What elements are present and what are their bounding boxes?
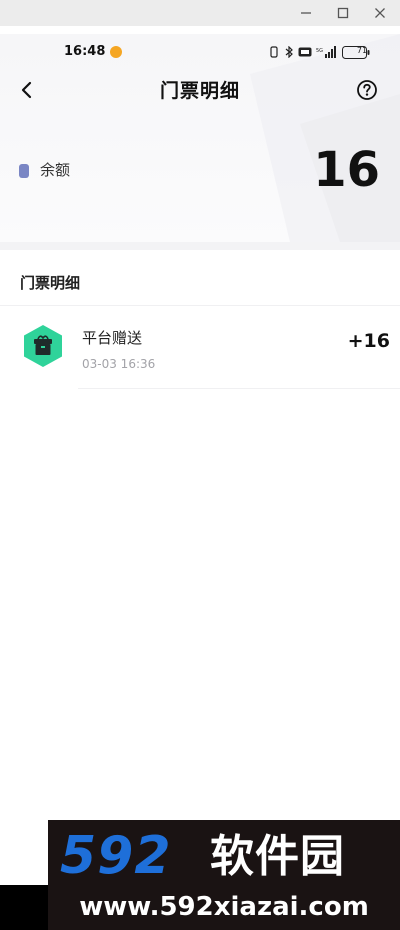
- close-icon[interactable]: [364, 1, 396, 25]
- section-separator: [0, 305, 400, 306]
- phone-screen: 16:48 5G 71 门票明细 余额 16 门票明细 平台赠送 03-03 1…: [0, 34, 400, 885]
- watermark-number: 592: [60, 826, 172, 886]
- maximize-icon[interactable]: [327, 1, 359, 25]
- section-divider: [0, 242, 400, 250]
- minimize-icon[interactable]: [290, 1, 322, 25]
- signal-icon: 5G: [316, 46, 338, 58]
- balance-value: 16: [313, 142, 380, 198]
- row-separator: [78, 388, 400, 389]
- page-title: 门票明细: [159, 80, 240, 102]
- status-bar: 16:48 5G 71: [0, 42, 400, 62]
- navigation-bar: 门票明细: [0, 72, 400, 106]
- svg-text:5G: 5G: [316, 48, 323, 54]
- hd-icon: [298, 47, 312, 57]
- section-title: 门票明细: [20, 274, 81, 292]
- record-amount: +16: [347, 330, 390, 352]
- record-title: 平台赠送: [82, 329, 143, 347]
- watermark-url: www.592xiazai.com: [79, 892, 369, 922]
- record-time: 03-03 16:36: [82, 357, 156, 371]
- balance-header-background: [0, 34, 400, 242]
- vibrate-icon: [268, 46, 280, 58]
- watermark: 592 软件园 www.592xiazai.com: [48, 820, 400, 930]
- balance-label: 余额: [40, 161, 71, 179]
- help-icon[interactable]: [354, 77, 380, 103]
- notification-app-icon: [110, 46, 122, 58]
- watermark-name: 软件园: [210, 831, 345, 882]
- bluetooth-icon: [284, 46, 294, 58]
- gift-box-icon: [22, 324, 64, 368]
- watermark-logo: 592 软件园: [48, 826, 400, 886]
- battery-level: 71: [356, 46, 368, 55]
- list-item[interactable]: 平台赠送 03-03 16:36 +16: [0, 310, 400, 388]
- status-time: 16:48: [64, 44, 106, 59]
- ticket-icon: [19, 164, 29, 178]
- window-title-bar: [0, 0, 400, 26]
